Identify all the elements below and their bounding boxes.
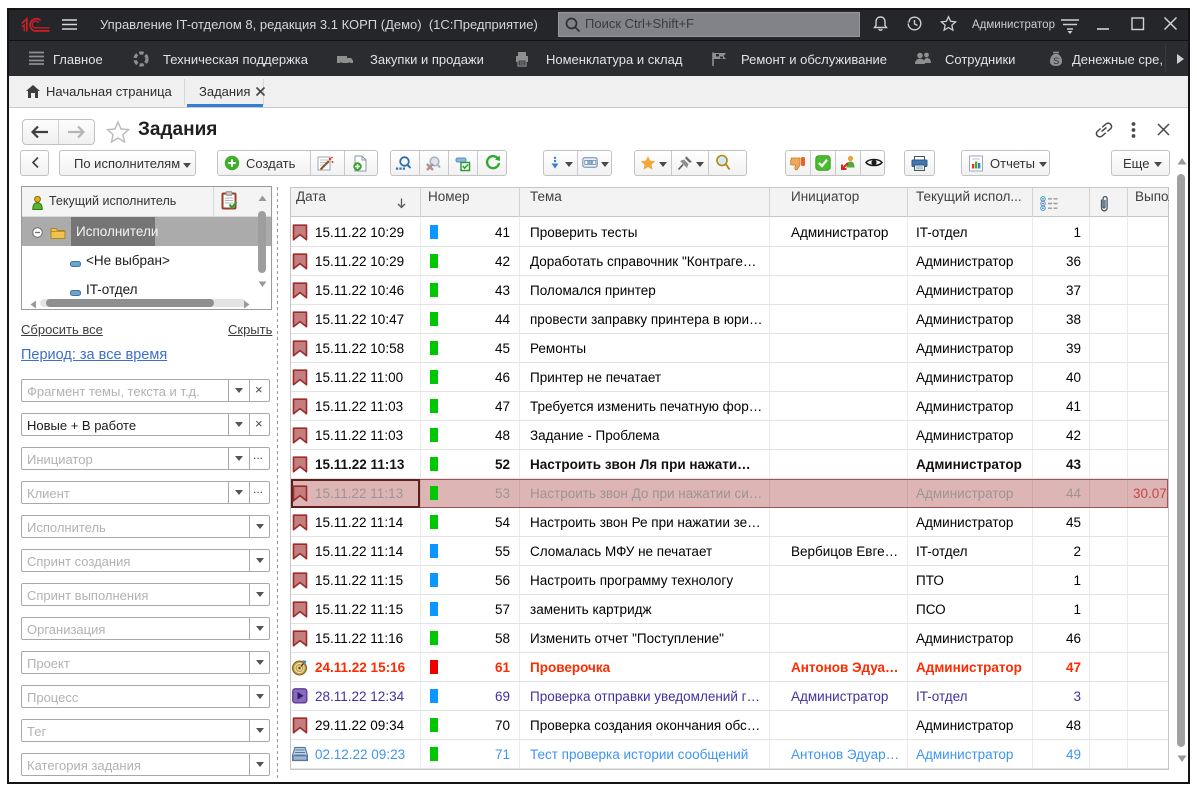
svg-text:S: S	[1053, 56, 1059, 66]
